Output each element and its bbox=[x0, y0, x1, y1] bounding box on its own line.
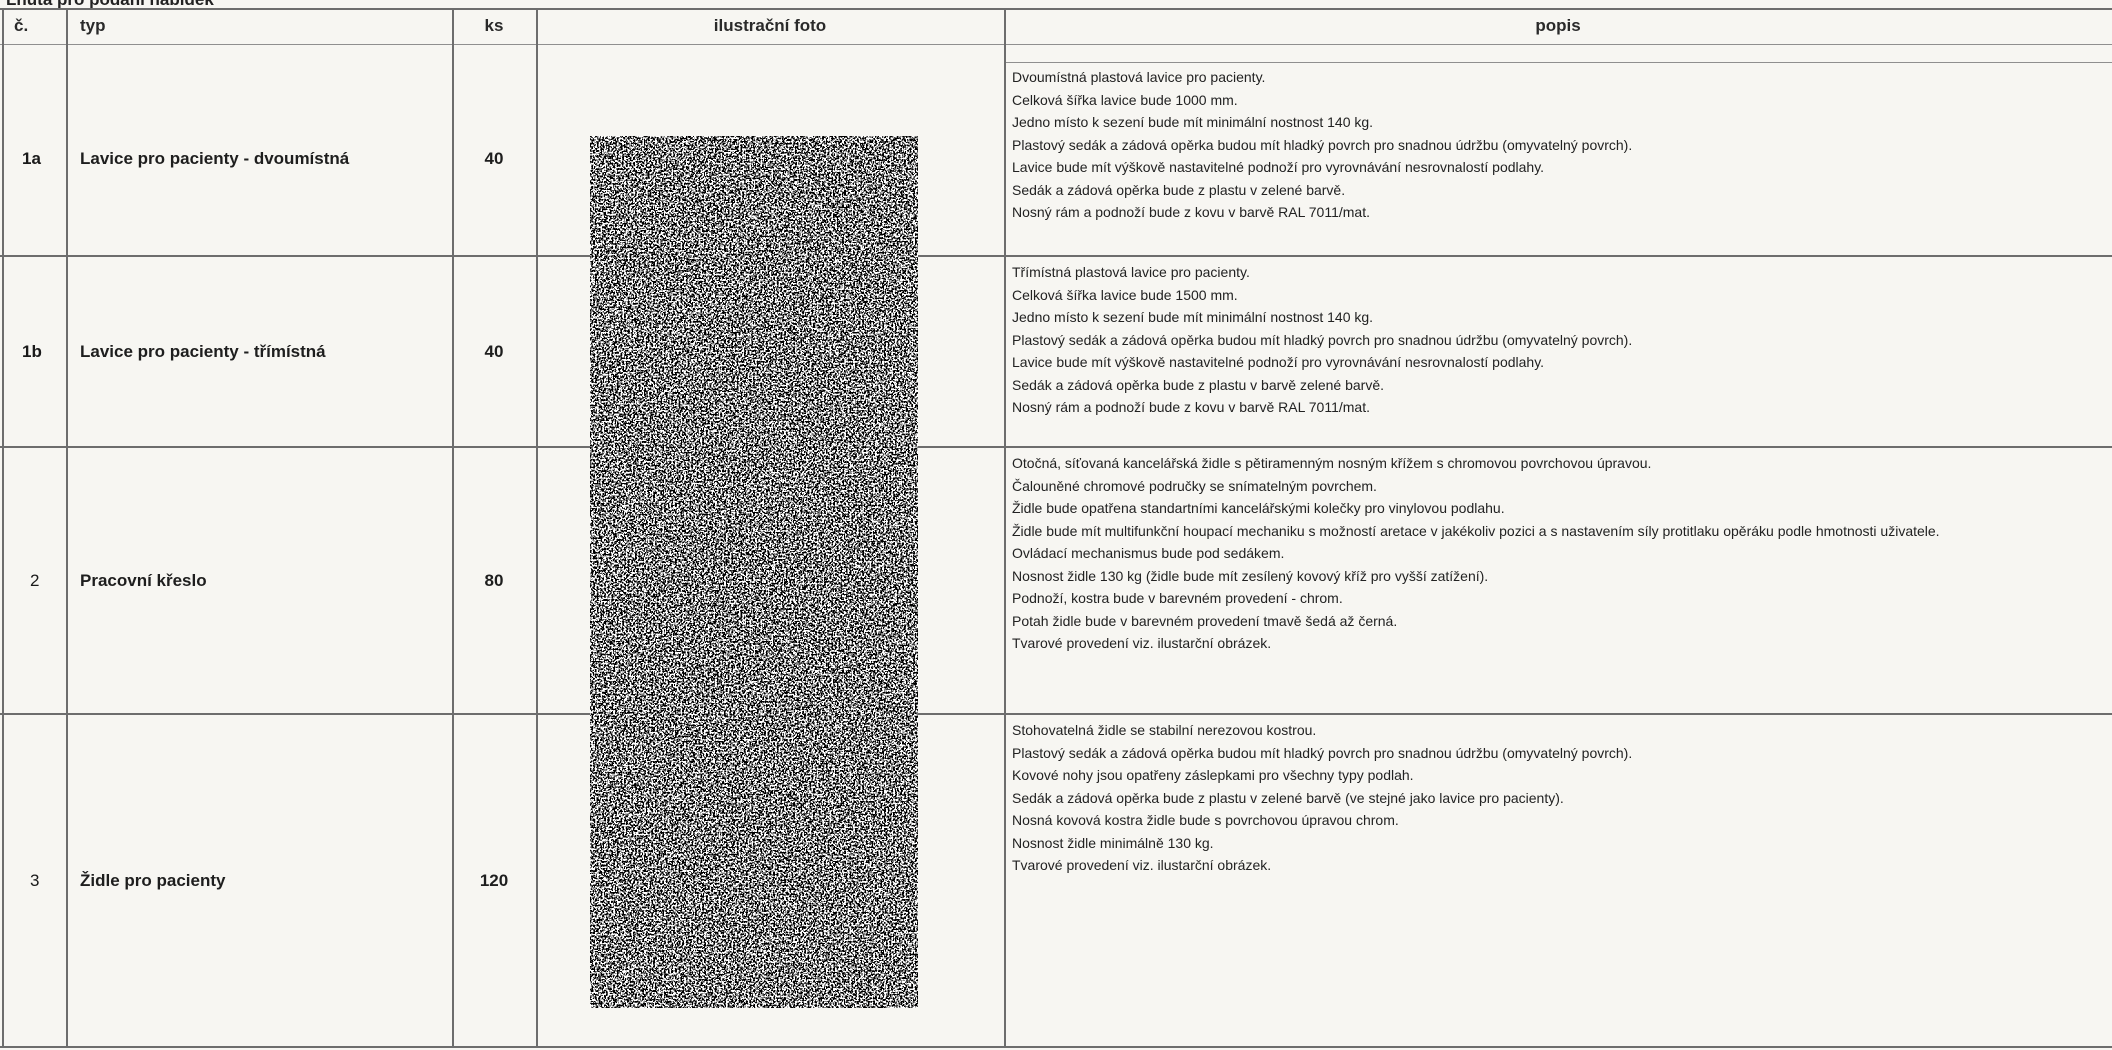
col-border-3 bbox=[536, 8, 538, 1048]
desc-line: Nosný rám a podnoží bude z kovu v barvě … bbox=[1012, 204, 1370, 220]
desc-line: Třímístná plastová lavice pro pacienty. bbox=[1012, 264, 1250, 280]
desc-line: Stohovatelná židle se stabilní nerezovou… bbox=[1012, 722, 1317, 738]
row-number: 1a bbox=[22, 148, 41, 168]
header-qty: ks bbox=[484, 16, 504, 35]
row-description: Třímístná plastová lavice pro pacienty. … bbox=[1012, 261, 2108, 419]
row-qty: 40 bbox=[484, 341, 504, 361]
row-qty: 40 bbox=[484, 148, 504, 168]
noise-image bbox=[590, 136, 918, 1008]
desc-line: Potah židle bude v barevném provedení tm… bbox=[1012, 612, 1398, 629]
desc-line: Nosná kovová kostra židle bude s povrcho… bbox=[1012, 812, 1399, 828]
desc-line: Nosnost židle minimálně 130 kg. bbox=[1012, 834, 1214, 851]
desc-line: Plastový sedák a zádová opěrka budou mít… bbox=[1012, 744, 1633, 761]
desc-line: Nosnost židle 130 kg (židle bude mít zes… bbox=[1012, 567, 1489, 584]
desc-line: Nosný rám a podnoží bude z kovu v barvě … bbox=[1012, 399, 1370, 415]
row-number: 1b bbox=[22, 341, 42, 361]
desc-line: Sedák a zádová opěrka bude z plastu v ze… bbox=[1012, 789, 1564, 806]
desc-line: Čalouněné chromové područky se snímateln… bbox=[1012, 477, 1377, 494]
row-divider-2 bbox=[0, 446, 2112, 448]
row-qty: 80 bbox=[484, 570, 504, 590]
row-number: 3 bbox=[30, 871, 40, 890]
desc-line: Celková šířka lavice bude 1500 mm. bbox=[1012, 286, 1238, 303]
desc-line: Lavice bude mít výškově nastavitelné pod… bbox=[1012, 354, 1545, 370]
desc-line: Celková šířka lavice bude 1000 mm. bbox=[1012, 91, 1238, 108]
row-description: Stohovatelná židle se stabilní nerezovou… bbox=[1012, 719, 2108, 877]
desc-line: Tvarové provedení viz. ilustarční obráze… bbox=[1012, 635, 1272, 651]
col-border-1 bbox=[66, 8, 68, 1048]
header-type: typ bbox=[80, 16, 106, 35]
desc-top-border bbox=[1004, 62, 2112, 63]
desc-line: Plastový sedák a zádová opěrka budou mít… bbox=[1012, 331, 1633, 348]
row-type: Lavice pro pacienty - dvoumístná bbox=[80, 148, 350, 168]
desc-line: Otočná, síťovaná kancelářská židle s pět… bbox=[1012, 455, 1652, 471]
desc-line: Židle bude opatřena standartními kancelá… bbox=[1012, 500, 1505, 516]
desc-line: Kovové nohy jsou opatřeny záslepkami pro… bbox=[1012, 767, 1414, 783]
desc-line: Ovládací mechanismus bude pod sedákem. bbox=[1012, 545, 1285, 561]
illustration-photo bbox=[590, 136, 918, 1008]
row-description: Dvoumístná plastová lavice pro pacienty.… bbox=[1012, 66, 2108, 224]
desc-line: Plastový sedák a zádová opěrka budou mít… bbox=[1012, 136, 1633, 153]
desc-line: Židle bude mít multifunkční houpací mech… bbox=[1012, 522, 1940, 539]
desc-line: Sedák a zádová opěrka bude z plastu v ba… bbox=[1012, 376, 1385, 393]
desc-line: Jedno místo k sezení bude mít minimální … bbox=[1012, 114, 1374, 130]
row-number: 2 bbox=[30, 570, 40, 590]
table-bottom-border bbox=[0, 1046, 2112, 1048]
header-bottom-border bbox=[0, 44, 2112, 45]
desc-line: Dvoumístná plastová lavice pro pacienty. bbox=[1012, 69, 1266, 85]
row-type: Židle pro pacienty bbox=[80, 871, 226, 890]
row-type: Lavice pro pacienty - třímístná bbox=[80, 341, 326, 361]
desc-line: Tvarové provedení viz. ilustarční obráze… bbox=[1012, 857, 1272, 873]
desc-line: Sedák a zádová opěrka bude z plastu v ze… bbox=[1012, 181, 1346, 198]
desc-line: Jedno místo k sezení bude mít minimální … bbox=[1012, 309, 1374, 325]
row-type: Pracovní křeslo bbox=[80, 570, 207, 590]
row-divider-3 bbox=[0, 713, 2112, 715]
desc-line: Podnoží, kostra bude v barevném proveden… bbox=[1012, 590, 1343, 606]
row-qty: 120 bbox=[479, 871, 509, 890]
header-desc: popis bbox=[1535, 16, 1581, 35]
col-border-left bbox=[2, 8, 4, 1048]
header-no: č. bbox=[14, 16, 29, 35]
col-border-4 bbox=[1004, 8, 1006, 1048]
desc-line: Lavice bude mít výškově nastavitelné pod… bbox=[1012, 159, 1545, 175]
header-photo: ilustrační foto bbox=[713, 16, 827, 35]
row-description: Otočná, síťovaná kancelářská židle s pět… bbox=[1012, 452, 2108, 655]
